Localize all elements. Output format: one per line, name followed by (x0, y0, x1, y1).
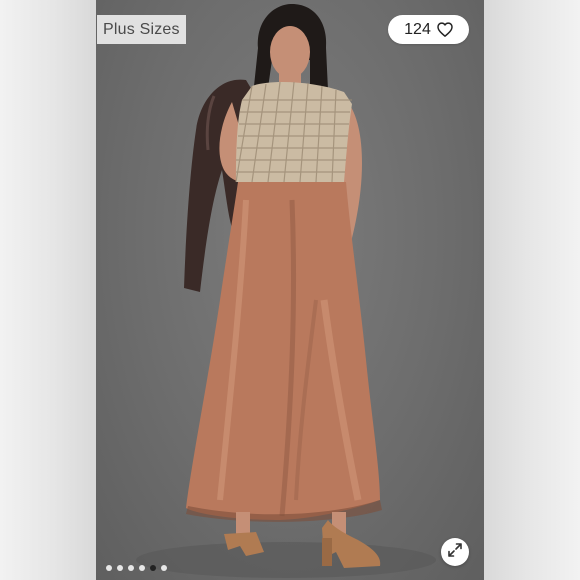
carousel-dot[interactable] (150, 565, 156, 571)
carousel-dot[interactable] (161, 565, 167, 571)
plus-sizes-label: Plus Sizes (103, 20, 180, 38)
product-image-viewer: Plus Sizes 124 (0, 0, 580, 580)
carousel-dot[interactable] (117, 565, 123, 571)
heart-outline-icon (437, 22, 453, 37)
left-blur-band (0, 0, 96, 580)
carousel-dot[interactable] (106, 565, 112, 571)
expand-button[interactable] (441, 538, 469, 566)
right-blur-band (484, 0, 580, 580)
like-button[interactable]: 124 (388, 15, 469, 44)
carousel-indicator (106, 565, 167, 571)
plus-sizes-badge: Plus Sizes (97, 15, 186, 44)
expand-arrows-icon (447, 542, 463, 563)
model-illustration (136, 4, 436, 578)
product-photo[interactable] (96, 0, 484, 580)
carousel-dot[interactable] (139, 565, 145, 571)
carousel-dot[interactable] (128, 565, 134, 571)
like-count: 124 (404, 20, 431, 38)
